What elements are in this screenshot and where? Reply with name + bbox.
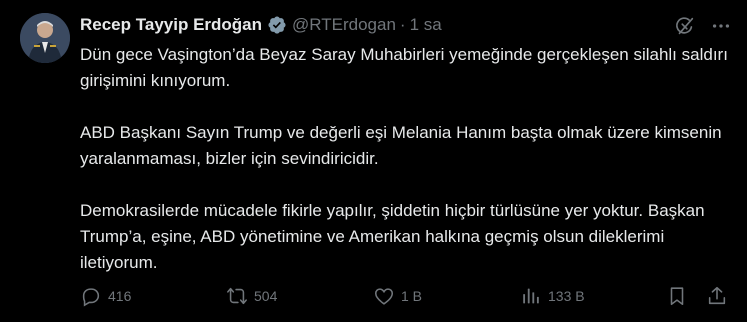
like-count: 1 B [401, 288, 423, 304]
tweet-header: Recep Tayyip Erdoğan @RTErdogan · 1 sa [80, 13, 442, 37]
repost-button[interactable]: 504 [226, 285, 277, 307]
separator-dot: · [399, 15, 406, 34]
like-button[interactable]: 1 B [373, 285, 422, 307]
views-count: 133 B [548, 288, 585, 304]
tweet-paragraph: ABD Başkanı Sayın Trump ve değerli eşi M… [80, 123, 722, 168]
grok-icon[interactable] [673, 14, 697, 38]
tweet-paragraph: Dün gece Vaşington’da Beyaz Saray Muhabi… [80, 45, 728, 90]
avatar-image [20, 13, 70, 63]
reply-button[interactable]: 416 [80, 285, 131, 307]
reply-count: 416 [108, 288, 132, 304]
heart-icon [374, 288, 394, 305]
tweet-text: Dün gece Vaşington’da Beyaz Saray Muhabi… [80, 42, 730, 276]
repost-count: 504 [254, 288, 278, 304]
display-name[interactable]: Recep Tayyip Erdoğan [80, 15, 262, 35]
tweet-card[interactable]: Recep Tayyip Erdoğan @RTErdogan · 1 sa D… [0, 0, 747, 322]
tweet-top-actions [673, 14, 733, 38]
user-handle[interactable]: @RTErdogan [292, 15, 396, 35]
bookmark-icon [670, 287, 684, 306]
views-button[interactable]: 133 B [520, 285, 585, 307]
views-icon [523, 288, 539, 304]
verified-badge-icon[interactable] [267, 15, 287, 35]
tweet-paragraph: Demokrasilerde mücadele fikirle yapılır,… [80, 201, 705, 272]
more-icon[interactable] [709, 14, 733, 38]
share-button[interactable] [706, 285, 728, 307]
avatar[interactable] [20, 13, 70, 63]
reply-icon [82, 288, 100, 307]
timestamp[interactable]: 1 sa [410, 15, 442, 35]
share-icon [708, 286, 726, 305]
repost-icon [227, 287, 247, 305]
bookmark-button[interactable] [666, 285, 688, 307]
tweet-action-bar: 416 504 1 B 133 B [80, 284, 730, 308]
